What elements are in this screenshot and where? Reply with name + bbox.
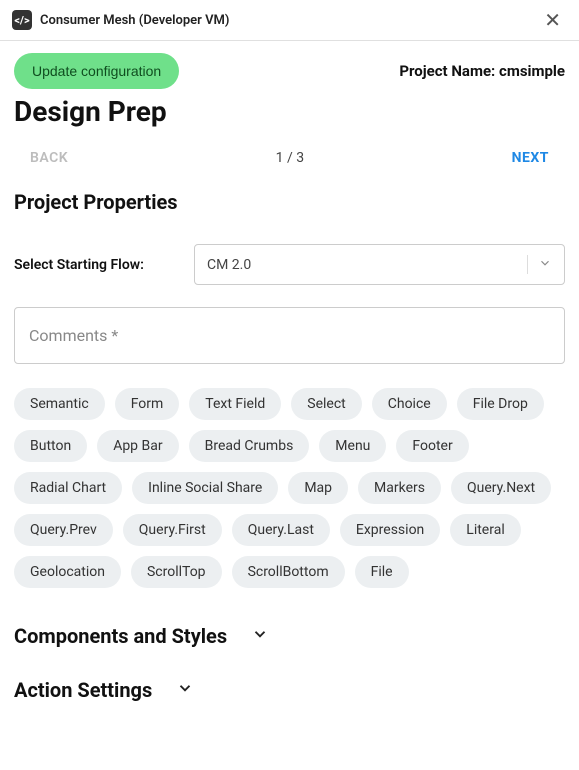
starting-flow-select[interactable]: CM 2.0 xyxy=(194,244,565,285)
chip-choice[interactable]: Choice xyxy=(372,388,447,420)
chip-map[interactable]: Map xyxy=(288,472,348,504)
chip-expression[interactable]: Expression xyxy=(340,514,440,546)
chip-app-bar[interactable]: App Bar xyxy=(97,430,178,462)
chip-button[interactable]: Button xyxy=(14,430,87,462)
page-title: Design Prep xyxy=(14,95,565,128)
chip-bread-crumbs[interactable]: Bread Crumbs xyxy=(189,430,310,462)
action-settings-expander[interactable]: Action Settings xyxy=(14,678,565,702)
starting-flow-value: CM 2.0 xyxy=(207,257,251,273)
chip-file-drop[interactable]: File Drop xyxy=(457,388,544,420)
close-icon[interactable]: ✕ xyxy=(538,8,567,32)
chip-geolocation[interactable]: Geolocation xyxy=(14,556,121,588)
chip-literal[interactable]: Literal xyxy=(450,514,520,546)
chevron-down-icon xyxy=(251,625,269,648)
chip-menu[interactable]: Menu xyxy=(319,430,386,462)
chip-markers[interactable]: Markers xyxy=(358,472,441,504)
chip-inline-social-share[interactable]: Inline Social Share xyxy=(132,472,278,504)
step-counter: 1 / 3 xyxy=(276,150,304,166)
chip-semantic[interactable]: Semantic xyxy=(14,388,105,420)
chip-text-field[interactable]: Text Field xyxy=(189,388,281,420)
action-settings-title: Action Settings xyxy=(14,678,152,702)
project-name-value: cmsimple xyxy=(499,62,565,80)
chip-select[interactable]: Select xyxy=(291,388,361,420)
app-icon: </> xyxy=(12,10,32,30)
titlebar-left: </> Consumer Mesh (Developer VM) xyxy=(12,10,229,30)
chip-footer[interactable]: Footer xyxy=(396,430,468,462)
components-and-styles-title: Components and Styles xyxy=(14,624,227,648)
chip-query-prev[interactable]: Query.Prev xyxy=(14,514,113,546)
chip-query-next[interactable]: Query.Next xyxy=(451,472,551,504)
next-button[interactable]: NEXT xyxy=(512,150,549,166)
window-title: Consumer Mesh (Developer VM) xyxy=(40,13,229,28)
chip-query-first[interactable]: Query.First xyxy=(123,514,222,546)
components-and-styles-expander[interactable]: Components and Styles xyxy=(14,624,565,648)
starting-flow-row: Select Starting Flow: CM 2.0 xyxy=(14,244,565,285)
titlebar: </> Consumer Mesh (Developer VM) ✕ xyxy=(0,0,579,41)
project-name: Project Name: cmsimple xyxy=(399,62,565,80)
project-name-prefix: Project Name: xyxy=(399,62,499,80)
chip-scrolltop[interactable]: ScrollTop xyxy=(131,556,222,588)
wizard-nav: BACK 1 / 3 NEXT xyxy=(14,150,565,166)
chevron-down-icon xyxy=(527,255,552,274)
update-configuration-button[interactable]: Update configuration xyxy=(14,53,179,89)
back-button[interactable]: BACK xyxy=(30,150,68,166)
starting-flow-label: Select Starting Flow: xyxy=(14,257,174,273)
chip-form[interactable]: Form xyxy=(115,388,180,420)
comments-input[interactable]: Comments * xyxy=(14,307,565,364)
chevron-down-icon xyxy=(176,679,194,702)
chip-query-last[interactable]: Query.Last xyxy=(232,514,330,546)
chip-scrollbottom[interactable]: ScrollBottom xyxy=(232,556,345,588)
top-row: Update configuration Project Name: cmsim… xyxy=(14,53,565,89)
content-scroll[interactable]: Update configuration Project Name: cmsim… xyxy=(0,41,579,770)
chip-file[interactable]: File xyxy=(355,556,409,588)
component-chips: Semantic Form Text Field Select Choice File D… xyxy=(14,388,565,588)
comments-placeholder: Comments * xyxy=(29,326,550,345)
section-project-properties: Project Properties xyxy=(14,190,565,214)
chip-radial-chart[interactable]: Radial Chart xyxy=(14,472,122,504)
